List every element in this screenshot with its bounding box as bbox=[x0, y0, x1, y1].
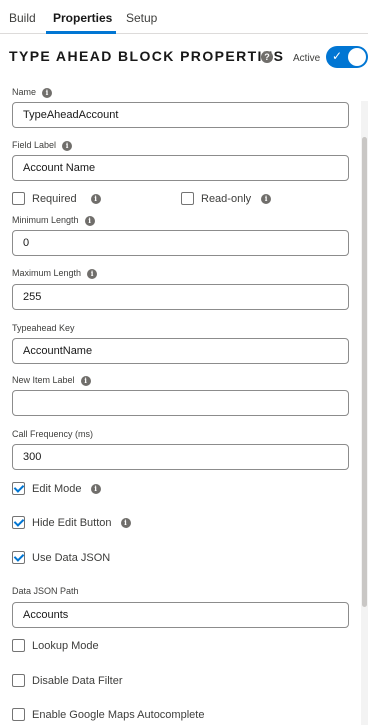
disable-data-filter-label: Disable Data Filter bbox=[32, 674, 123, 687]
max-length-input[interactable]: 255 bbox=[12, 284, 349, 310]
tab-bar: Build Properties Setup bbox=[0, 0, 368, 34]
info-icon[interactable]: i bbox=[90, 193, 101, 204]
active-label: Active bbox=[293, 53, 321, 64]
data-json-path-input[interactable]: Accounts bbox=[12, 602, 349, 628]
typeahead-key-label-text: Typeahead Key bbox=[12, 323, 75, 333]
call-frequency-field-label: Call Frequency (ms) bbox=[12, 429, 93, 439]
info-icon[interactable]: i bbox=[87, 268, 98, 279]
hide-edit-button-checkbox[interactable] bbox=[12, 516, 25, 529]
info-icon[interactable]: i bbox=[42, 87, 53, 98]
lookup-mode-checkbox[interactable] bbox=[12, 639, 25, 652]
google-maps-checkbox-row: Enable Google Maps Autocomplete bbox=[12, 708, 204, 721]
name-input[interactable]: TypeAheadAccount bbox=[12, 102, 349, 128]
new-item-label-label-text: New Item Label bbox=[12, 375, 75, 385]
lookup-mode-label: Lookup Mode bbox=[32, 639, 99, 652]
max-length-label-text: Maximum Length bbox=[12, 268, 82, 278]
typeahead-key-input[interactable]: AccountName bbox=[12, 338, 349, 364]
disable-data-filter-checkbox[interactable] bbox=[12, 674, 25, 687]
new-item-label-field-label: New Item Label i bbox=[12, 375, 91, 386]
panel-header: TYPE AHEAD BLOCK PROPERTIES ? Active ✓ bbox=[0, 34, 368, 82]
use-data-json-label: Use Data JSON bbox=[32, 551, 111, 564]
tab-properties[interactable]: Properties bbox=[53, 11, 112, 25]
required-checkbox-row: Required i bbox=[12, 192, 101, 205]
info-icon[interactable]: i bbox=[84, 215, 95, 226]
required-label: Required bbox=[32, 192, 77, 205]
info-icon[interactable]: i bbox=[90, 483, 101, 494]
panel-title: TYPE AHEAD BLOCK PROPERTIES bbox=[9, 48, 285, 64]
info-icon[interactable]: i bbox=[80, 375, 91, 386]
scrollbar[interactable] bbox=[361, 101, 368, 725]
use-data-json-checkbox[interactable] bbox=[12, 551, 25, 564]
field-label-label-text: Field Label bbox=[12, 140, 57, 150]
min-length-label-text: Minimum Length bbox=[12, 215, 79, 225]
read-only-label: Read-only bbox=[201, 192, 252, 205]
edit-mode-checkbox[interactable] bbox=[12, 482, 25, 495]
name-label-text: Name bbox=[12, 87, 37, 97]
max-length-field-label: Maximum Length i bbox=[12, 268, 98, 279]
min-length-input[interactable]: 0 bbox=[12, 230, 349, 256]
data-json-path-label-text: Data JSON Path bbox=[12, 586, 79, 596]
check-icon: ✓ bbox=[332, 49, 343, 63]
required-checkbox[interactable] bbox=[12, 192, 25, 205]
lookup-mode-checkbox-row: Lookup Mode bbox=[12, 639, 99, 652]
typeahead-key-field-label: Typeahead Key bbox=[12, 323, 75, 333]
read-only-checkbox-row: Read-only i bbox=[181, 192, 272, 205]
field-label-input[interactable]: Account Name bbox=[12, 155, 349, 181]
tab-build[interactable]: Build bbox=[9, 11, 36, 25]
min-length-field-label: Minimum Length i bbox=[12, 215, 95, 226]
call-frequency-label-text: Call Frequency (ms) bbox=[12, 429, 94, 439]
name-field-label: Name i bbox=[12, 87, 53, 98]
new-item-label-input[interactable] bbox=[12, 390, 349, 416]
edit-mode-label: Edit Mode bbox=[32, 482, 82, 495]
info-icon[interactable]: i bbox=[62, 140, 73, 151]
help-icon[interactable]: ? bbox=[261, 51, 273, 63]
hide-edit-button-checkbox-row: Hide Edit Button i bbox=[12, 516, 131, 529]
use-data-json-checkbox-row: Use Data JSON bbox=[12, 551, 110, 564]
info-icon[interactable]: i bbox=[261, 193, 272, 204]
edit-mode-checkbox-row: Edit Mode i bbox=[12, 482, 101, 495]
disable-data-filter-checkbox-row: Disable Data Filter bbox=[12, 674, 122, 687]
scrollbar-thumb[interactable] bbox=[362, 137, 367, 607]
google-maps-checkbox[interactable] bbox=[12, 708, 25, 721]
call-frequency-input[interactable]: 300 bbox=[12, 444, 349, 470]
google-maps-label: Enable Google Maps Autocomplete bbox=[32, 708, 205, 721]
toggle-knob bbox=[348, 48, 366, 66]
info-icon[interactable]: i bbox=[120, 517, 131, 528]
data-json-path-field-label: Data JSON Path bbox=[12, 586, 79, 596]
read-only-checkbox[interactable] bbox=[181, 192, 194, 205]
hide-edit-button-label: Hide Edit Button bbox=[32, 516, 112, 529]
field-label-field-label: Field Label i bbox=[12, 140, 73, 151]
active-toggle[interactable]: ✓ bbox=[326, 46, 368, 68]
tab-setup[interactable]: Setup bbox=[126, 11, 157, 25]
